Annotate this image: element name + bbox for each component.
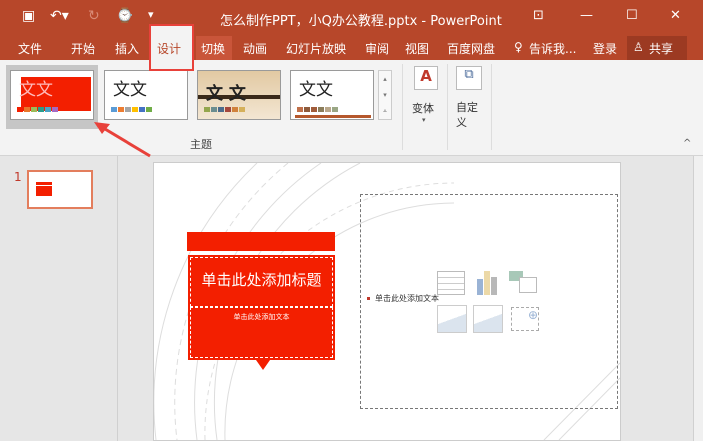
close-button[interactable]: ✕ xyxy=(670,8,681,23)
variants-icon: A xyxy=(414,66,438,90)
insert-table-icon[interactable] xyxy=(437,271,465,295)
annotation-arrow xyxy=(94,122,151,158)
tab-animations[interactable]: 动画 xyxy=(243,40,267,57)
variants-button[interactable]: A 变体 ▾ xyxy=(409,64,443,134)
theme-option-office[interactable]: 文文 xyxy=(104,70,188,120)
content-placeholder[interactable]: 单击此处添加文本 ⊕ xyxy=(360,194,618,409)
slide-thumbnail-1[interactable] xyxy=(27,170,93,209)
title-box: 单击此处添加标题 单击此处添加文本 xyxy=(188,255,335,360)
insert-smartart-icon[interactable] xyxy=(509,271,539,295)
theme-option-wood[interactable]: 文 文 xyxy=(197,70,281,120)
undo-icon[interactable]: ↶▾ xyxy=(50,8,69,24)
design-tab-highlight xyxy=(149,24,194,71)
minimize-button[interactable]: — xyxy=(580,8,593,23)
tab-baidu[interactable]: 百度网盘 xyxy=(447,40,495,57)
save-icon[interactable]: ▣ xyxy=(22,8,35,24)
login-link[interactable]: 登录 xyxy=(593,40,617,57)
tab-view[interactable]: 视图 xyxy=(405,40,429,57)
group-label-themes: 主题 xyxy=(190,138,212,151)
slide-thumbnail-pane: 1 xyxy=(0,156,118,441)
theme-gallery-scroll[interactable]: ▴ ▾ ⩡ xyxy=(378,70,392,120)
theme-option-retro[interactable]: 文文 xyxy=(290,70,374,120)
bullet-icon xyxy=(367,297,370,300)
maximize-button[interactable]: ☐ xyxy=(626,8,638,23)
window-title: 怎么制作PPT，小Q办公教程.pptx - PowerPoint xyxy=(220,14,502,29)
vertical-scrollbar[interactable] xyxy=(693,156,703,441)
callout-pointer xyxy=(256,360,270,370)
theme-option-current[interactable]: 文文 xyxy=(10,70,94,120)
title-placeholder[interactable]: 单击此处添加标题 xyxy=(190,257,333,307)
slide-canvas: 单击此处添加标题 单击此处添加文本 单击此处添加文本 ⊕ xyxy=(153,162,621,441)
title-bar: ▣ ↶▾ ↻ ⌚ ▾ 怎么制作PPT，小Q办公教程.pptx - PowerPo… xyxy=(0,0,703,36)
person-add-icon: ♙ xyxy=(633,40,644,54)
redo-icon[interactable]: ↻ xyxy=(88,8,100,24)
tab-slideshow[interactable]: 幻灯片放映 xyxy=(286,40,346,57)
share-button[interactable]: ♙ 共享 xyxy=(627,36,687,60)
tell-me-input[interactable]: 告诉我... xyxy=(529,40,576,57)
customize-toolbar-button[interactable]: ▾ xyxy=(148,8,154,21)
tab-file[interactable]: 文件 xyxy=(18,40,42,57)
title-accent-bar xyxy=(187,232,335,251)
lightbulb-icon: ♀ xyxy=(514,40,523,54)
ribbon-display-button[interactable]: ⊡ xyxy=(533,8,544,23)
present-icon[interactable]: ⌚ xyxy=(116,8,133,24)
customize-button[interactable]: ⧉ 自定义 xyxy=(452,64,488,134)
subtitle-placeholder[interactable]: 单击此处添加文本 xyxy=(190,307,333,358)
insert-chart-icon[interactable] xyxy=(475,269,499,295)
tab-review[interactable]: 审阅 xyxy=(365,40,389,57)
slide-size-icon: ⧉ xyxy=(456,66,482,90)
tab-insert[interactable]: 插入 xyxy=(115,40,139,57)
tab-transitions[interactable]: 切换 xyxy=(201,40,225,57)
insert-video-icon[interactable]: ⊕ xyxy=(511,307,539,331)
insert-online-picture-icon[interactable] xyxy=(473,305,503,333)
tab-home[interactable]: 开始 xyxy=(71,40,95,57)
ribbon-tabs: 文件 开始 插入 设计 切换 动画 幻灯片放映 审阅 视图 百度网盘 ♀ 告诉我… xyxy=(0,24,703,60)
slide-number: 1 xyxy=(14,170,22,184)
collapse-ribbon-button[interactable]: ^ xyxy=(683,138,691,149)
insert-picture-icon[interactable] xyxy=(437,305,467,333)
